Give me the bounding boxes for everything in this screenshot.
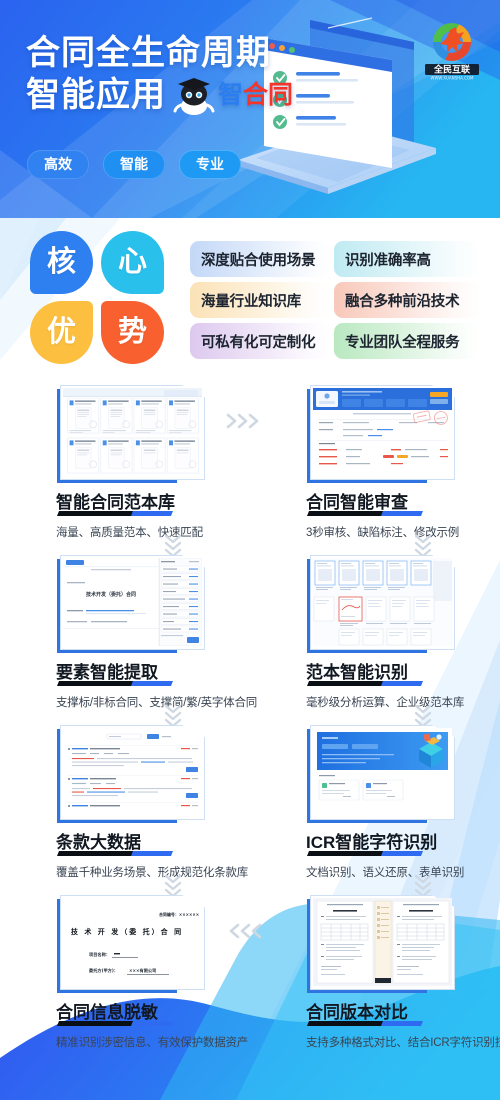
- advantage-pill-4: 可私有化可定制化: [190, 323, 330, 359]
- advantage-pill-5: 专业团队全程服务: [334, 323, 480, 359]
- feature-underline-7: [306, 1021, 424, 1026]
- blob-you: 优: [30, 301, 93, 364]
- screenshot-template-library: [57, 385, 205, 483]
- feature-row-3: 条款大数据 覆盖千种业务场景、形成规范化条款库 ICR智能字符识别 文档识别、语…: [0, 704, 500, 888]
- blob-shi: 势: [101, 301, 164, 364]
- screenshot-icr-recognize: [307, 725, 455, 823]
- robot-mascot-icon: [172, 74, 216, 116]
- feature-row-1: 智能合同范本库 海量、高质量范本、快速匹配 合同智能审查 3秒审核、缺陷标注、修…: [0, 378, 500, 548]
- feature-underline-3: [306, 681, 424, 686]
- svg-text:全民互联: 全民互联: [433, 64, 471, 76]
- feature-title-2: 要素智能提取: [56, 663, 158, 682]
- feature-card-5[interactable]: ICR智能字符识别 文档识别、语义还原、表单识别: [250, 704, 500, 888]
- feature-card-1[interactable]: 合同智能审查 3秒审核、缺陷标注、修改示例: [250, 378, 500, 548]
- blob-xin: 心: [101, 231, 164, 294]
- hero-banner: 合同全生命周期 智能应用 智合同 高效 智能 专业 全民互联 WWW.XUANS…: [0, 0, 500, 218]
- feature-grid: 智能合同范本库 海量、高质量范本、快速匹配 合同智能审查 3秒审核、缺陷标注、修…: [0, 378, 500, 1058]
- chevron-down-icon: [410, 871, 436, 898]
- feature-title-0: 智能合同范本库: [56, 493, 175, 512]
- chevron-down-icon: [410, 531, 436, 558]
- hero-title-line2: 智能应用: [26, 75, 166, 114]
- company-logo: 全民互联 WWW.XUANSHA.COM: [413, 18, 491, 82]
- screenshot-version-compare: [307, 895, 455, 993]
- feature-desc-3: 毫秒级分析运算、企业级范本库: [306, 697, 465, 709]
- feature-row-2: 技术开发（委托）合同 要素智能提取 支撑标/非标合同、支撑简/繁/英字体合同 范…: [0, 534, 500, 718]
- core-advantages-section: 核 心 优 势 深度贴合使用场景 识别准确率高 海量行业知识库 融合多种前沿技术…: [0, 225, 500, 375]
- brand-part-1: 智: [218, 80, 244, 109]
- chevron-down-icon: [160, 871, 186, 898]
- feature-card-0[interactable]: 智能合同范本库 海量、高质量范本、快速匹配: [0, 378, 259, 548]
- svg-text:WWW.XUANSHA.COM: WWW.XUANSHA.COM: [431, 76, 475, 81]
- chevron-down-icon: [160, 531, 186, 558]
- feature-title-1: 合同智能审查: [306, 493, 408, 512]
- core-advantage-blobs: 核 心 优 势: [30, 231, 166, 365]
- hero-tag-1[interactable]: 智能: [103, 150, 165, 179]
- feature-card-3[interactable]: 范本智能识别 毫秒级分析运算、企业级范本库: [250, 534, 500, 718]
- feature-row-4: 合同编号：×××××× 技 术 开 发（委 托）合 同 项目名称： 委托方(甲方…: [0, 874, 500, 1058]
- svg-text:×××有限公司: ×××有限公司: [129, 967, 156, 974]
- hero-title: 合同全生命周期 智能应用 智合同: [26, 33, 293, 116]
- svg-text:合同编号：××××××: 合同编号：××××××: [159, 911, 199, 917]
- feature-desc-7: 支持多种格式对比、结合ICR字符识别技术: [306, 1037, 500, 1049]
- screenshot-element-extract: 技术开发（委托）合同: [57, 555, 205, 653]
- screenshot-desensitize: 合同编号：×××××× 技 术 开 发（委 托）合 同 项目名称： 委托方(甲方…: [57, 895, 205, 993]
- feature-title-5: ICR智能字符识别: [306, 833, 438, 852]
- feature-underline-4: [56, 851, 174, 856]
- feature-title-6: 合同信息脱敏: [56, 1003, 158, 1022]
- svg-text:技术开发（委托）合同: 技术开发（委托）合同: [86, 591, 136, 598]
- feature-title-7: 合同版本对比: [306, 1003, 408, 1022]
- feature-desc-2: 支撑标/非标合同、支撑简/繁/英字体合同: [56, 697, 258, 709]
- feature-card-2[interactable]: 技术开发（委托）合同 要素智能提取 支撑标/非标合同、支撑简/繁/英字体合同: [0, 534, 257, 718]
- hero-title-line1: 合同全生命周期: [26, 34, 271, 72]
- screenshot-template-recognize: [307, 555, 455, 653]
- feature-card-7[interactable]: 合同版本对比 支持多种格式对比、结合ICR字符识别技术: [250, 874, 500, 1058]
- brand-part-2: 合同: [243, 80, 294, 109]
- feature-underline-2: [56, 681, 174, 686]
- feature-title-3: 范本智能识别: [306, 663, 408, 682]
- feature-desc-1: 3秒审核、缺陷标注、修改示例: [306, 527, 460, 539]
- hero-tag-2[interactable]: 专业: [179, 150, 241, 179]
- screenshot-clause-bigdata: [57, 725, 205, 823]
- feature-underline-6: [56, 1021, 174, 1026]
- advantage-pill-1: 识别准确率高: [334, 241, 480, 277]
- hero-tag-0[interactable]: 高效: [27, 150, 89, 179]
- advantage-pill-2: 海量行业知识库: [190, 282, 330, 318]
- feature-desc-5: 文档识别、语义还原、表单识别: [306, 867, 465, 879]
- feature-card-6[interactable]: 合同编号：×××××× 技 术 开 发（委 托）合 同 项目名称： 委托方(甲方…: [0, 874, 262, 1058]
- hero-tag-list: 高效 智能 专业: [27, 150, 241, 179]
- feature-desc-4: 覆盖千种业务场景、形成规范化条款库: [56, 867, 249, 879]
- feature-underline-0: [56, 511, 174, 516]
- feature-underline-5: [306, 851, 424, 856]
- advantage-pill-3: 融合多种前沿技术: [334, 282, 480, 318]
- feature-underline-1: [306, 511, 424, 516]
- chevron-down-icon: [410, 701, 436, 728]
- svg-text:技 术 开 发（委 托）合 同: 技 术 开 发（委 托）合 同: [71, 927, 183, 936]
- feature-desc-6: 精准识别涉密信息、有效保护数据资产: [56, 1037, 249, 1049]
- svg-text:项目名称：: 项目名称：: [89, 951, 110, 958]
- screenshot-contract-review: [307, 385, 455, 483]
- chevron-down-icon: [160, 701, 186, 728]
- poster-page: 合同全生命周期 智能应用 智合同 高效 智能 专业 全民互联 WWW.XUANS…: [0, 0, 500, 1100]
- advantage-pill-grid: 深度贴合使用场景 识别准确率高 海量行业知识库 融合多种前沿技术 可私有化可定制…: [190, 241, 480, 359]
- feature-card-4[interactable]: 条款大数据 覆盖千种业务场景、形成规范化条款库: [0, 704, 250, 888]
- feature-title-4: 条款大数据: [56, 833, 141, 852]
- advantage-pill-0: 深度贴合使用场景: [190, 241, 330, 277]
- svg-text:委托方(甲方)：: 委托方(甲方)：: [89, 967, 118, 974]
- blob-he: 核: [30, 231, 93, 294]
- brand-wordmark: 智合同: [218, 80, 294, 109]
